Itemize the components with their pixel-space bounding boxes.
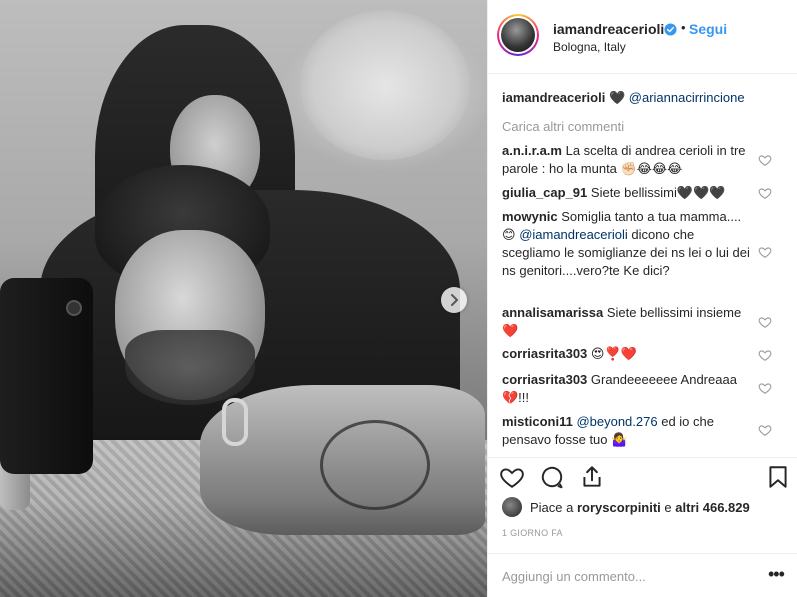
like-comment-heart-icon[interactable] (758, 348, 772, 362)
post-actions (488, 457, 797, 497)
post-header: iamandreacerioli • Segui Bologna, Italy (488, 0, 797, 74)
comment-username[interactable]: a.n.i.r.a.m (502, 143, 562, 158)
post-photo[interactable] (0, 0, 487, 597)
photo-shadow (0, 500, 487, 597)
post-timestamp[interactable]: 1 GIORNO FA (502, 528, 563, 538)
comment-username[interactable]: corriasrita303 (502, 372, 587, 387)
comment-username[interactable]: misticoni11 (502, 414, 573, 429)
header-username[interactable]: iamandreacerioli (553, 21, 664, 37)
like-heart-icon[interactable] (499, 464, 525, 490)
avatar[interactable] (497, 14, 539, 56)
follow-button[interactable]: Segui (689, 21, 727, 37)
comment-text: Siete bellissimi🖤🖤🖤 (590, 185, 726, 200)
comment-username[interactable]: mowynic (502, 209, 558, 224)
like-comment-heart-icon[interactable] (758, 153, 772, 167)
photo-mirror (300, 10, 470, 160)
instagram-post-modal: iamandreacerioli • Segui Bologna, Italy … (0, 0, 797, 597)
likes-middle: e (664, 499, 672, 515)
comments-section: iamandreacerioli 🖤 @ariannacirrincione C… (488, 74, 797, 457)
avatar-image (501, 18, 535, 52)
comment-item: corriasrita303 😍❣️❤️ (502, 345, 750, 363)
separator-dot: • (681, 20, 686, 35)
bookmark-icon[interactable] (765, 464, 791, 490)
location-link[interactable]: Bologna, Italy (553, 40, 626, 54)
comment-username[interactable]: annalisamarissa (502, 305, 603, 320)
load-more-comments-button[interactable]: Carica altri commenti (502, 119, 624, 134)
photo-tattoo (320, 420, 430, 510)
caption-username[interactable]: iamandreacerioli (502, 90, 605, 105)
comment-item: mowynic Somiglia tanto a tua mamma....😊 … (502, 208, 750, 280)
comment-bubble-icon[interactable] (539, 464, 565, 490)
share-icon[interactable] (579, 464, 605, 490)
comment-item: giulia_cap_91 Siete bellissimi🖤🖤🖤 (502, 184, 750, 202)
likes-summary: Piace a roryscorpiniti e altri 466.829 (502, 496, 750, 518)
comment-item: annalisamarissa Siete bellissimi insieme… (502, 304, 750, 340)
like-comment-heart-icon[interactable] (758, 245, 772, 259)
like-comment-heart-icon[interactable] (758, 186, 772, 200)
photo-bracelet (222, 398, 248, 446)
add-comment-input[interactable] (502, 566, 742, 586)
add-comment-bar: ••• (488, 553, 797, 597)
comment-username[interactable]: giulia_cap_91 (502, 185, 587, 200)
likes-prefix: Piace a (530, 499, 574, 515)
comment-item: a.n.i.r.a.m La scelta di andrea cerioli … (502, 142, 750, 178)
photo-phone-camera (66, 300, 82, 316)
caption-emoji: 🖤 (608, 90, 626, 105)
post-side-panel: iamandreacerioli • Segui Bologna, Italy … (487, 0, 797, 597)
like-comment-heart-icon[interactable] (758, 315, 772, 329)
caption: iamandreacerioli 🖤 @ariannacirrincione (502, 89, 750, 107)
comment-text: 😍❣️❤️ (590, 346, 637, 361)
comment-item: corriasrita303 Grandeeeeeee Andreaaa💔!!! (502, 371, 750, 407)
likes-count[interactable]: altri 466.829 (675, 500, 749, 515)
like-comment-heart-icon[interactable] (758, 423, 772, 437)
likes-text: Piace a roryscorpiniti e altri 466.829 (530, 500, 750, 515)
chevron-right-icon (451, 294, 458, 306)
photo-beard (125, 330, 255, 405)
comment-username[interactable]: corriasrita303 (502, 346, 587, 361)
like-comment-heart-icon[interactable] (758, 381, 772, 395)
comment-mention[interactable]: @iamandreacerioli (519, 227, 628, 242)
liker-avatar[interactable] (502, 497, 522, 517)
next-photo-button[interactable] (441, 287, 467, 313)
more-options-icon[interactable]: ••• (768, 564, 785, 585)
liker-username[interactable]: roryscorpiniti (577, 500, 661, 515)
verified-badge-icon (664, 23, 677, 36)
comment-item: misticoni11 @beyond.276 ed io che pensav… (502, 413, 750, 449)
caption-mention[interactable]: @ariannacirrincione (629, 90, 745, 105)
avatar-border (499, 16, 537, 54)
comment-mention[interactable]: @beyond.276 (576, 414, 657, 429)
